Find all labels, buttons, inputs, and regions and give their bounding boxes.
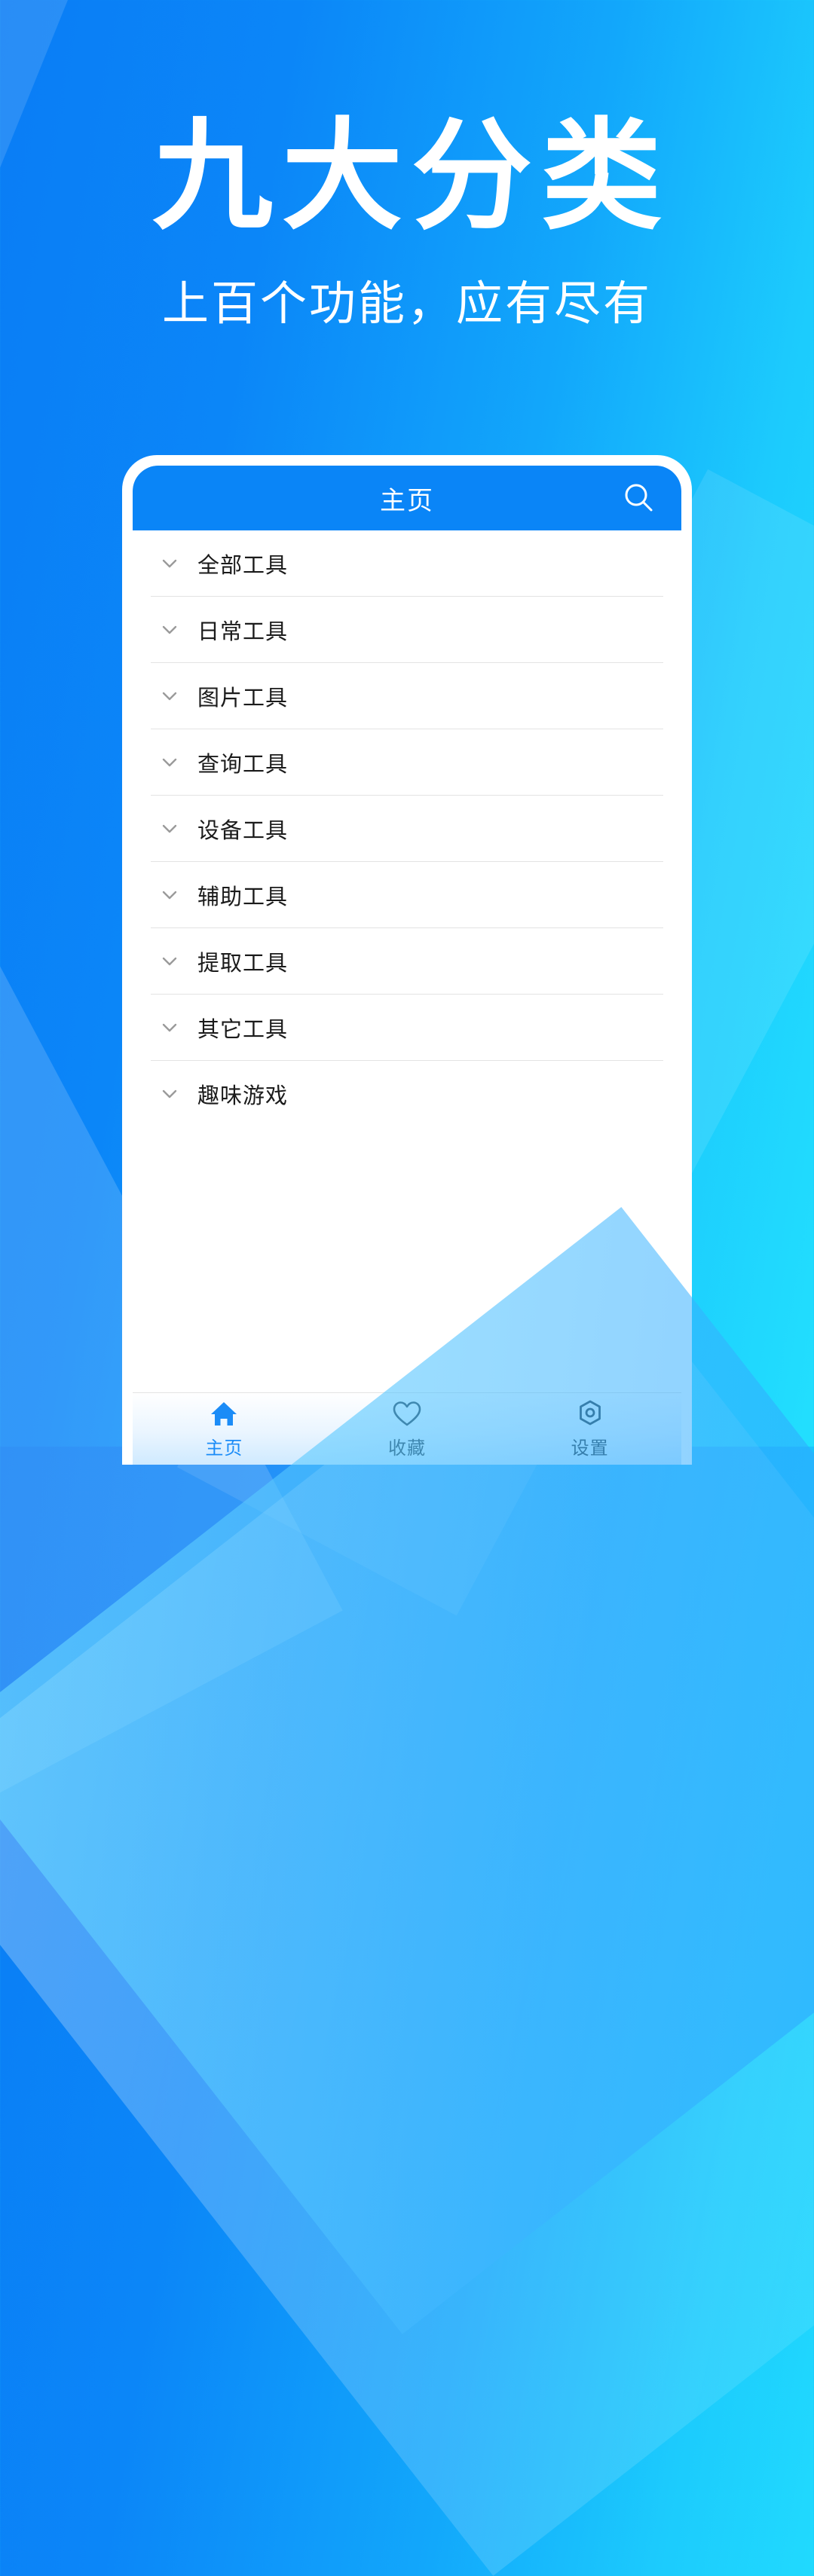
page-subtitle: 上百个功能，应有尽有 [161, 278, 652, 330]
settings-gear-icon [575, 1398, 605, 1430]
list-item-label: 图片工具 [197, 686, 289, 710]
phone-mockup: 主页 全部工具 日常工具 图片工具 查询工具 设备工具 辅助工具 提取工具 其它… [122, 455, 692, 1465]
tab-home[interactable]: 主页 [133, 1393, 316, 1465]
chevron-down-icon[interactable] [154, 747, 185, 778]
chevron-down-icon[interactable] [154, 946, 185, 977]
list-item[interactable]: 提取工具 [151, 928, 663, 995]
list-item-label: 日常工具 [197, 619, 289, 644]
bottom-tab-bar: 主页 收藏 设置 [133, 1392, 681, 1465]
tab-settings[interactable]: 设置 [498, 1393, 681, 1465]
list-item[interactable]: 图片工具 [151, 663, 663, 729]
app-screen: 主页 全部工具 日常工具 图片工具 查询工具 设备工具 辅助工具 提取工具 其它… [133, 466, 681, 1465]
list-item[interactable]: 其它工具 [151, 995, 663, 1061]
app-header-title: 主页 [380, 486, 434, 515]
chevron-down-icon[interactable] [154, 614, 185, 646]
chevron-down-icon[interactable] [154, 1078, 185, 1110]
list-item-label: 全部工具 [197, 553, 289, 578]
list-item-label: 提取工具 [197, 951, 289, 976]
chevron-down-icon[interactable] [154, 813, 185, 845]
chevron-down-icon[interactable] [154, 680, 185, 712]
page-title: 九大分类 [151, 108, 671, 243]
home-icon [209, 1398, 239, 1430]
list-item[interactable]: 全部工具 [151, 530, 663, 597]
list-item-label: 辅助工具 [197, 885, 289, 909]
list-item[interactable]: 辅助工具 [151, 862, 663, 928]
chevron-down-icon[interactable] [154, 879, 185, 911]
list-item-label: 查询工具 [197, 752, 289, 777]
list-item[interactable]: 日常工具 [151, 597, 663, 663]
list-item-label: 其它工具 [197, 1017, 289, 1042]
category-list: 全部工具 日常工具 图片工具 查询工具 设备工具 辅助工具 提取工具 其它工具 … [133, 530, 681, 1392]
list-item[interactable]: 趣味游戏 [151, 1061, 663, 1127]
chevron-down-icon[interactable] [154, 1012, 185, 1044]
hero-section: 九大分类 上百个功能，应有尽有 [0, 0, 814, 333]
app-header: 主页 [133, 466, 681, 530]
list-item[interactable]: 设备工具 [151, 796, 663, 862]
list-item-label: 设备工具 [197, 818, 289, 843]
list-item-label: 趣味游戏 [197, 1084, 289, 1108]
tab-favorites[interactable]: 收藏 [316, 1393, 499, 1465]
heart-icon [392, 1398, 422, 1430]
list-item[interactable]: 查询工具 [151, 729, 663, 796]
chevron-down-icon[interactable] [154, 548, 185, 579]
search-icon[interactable] [618, 477, 660, 519]
